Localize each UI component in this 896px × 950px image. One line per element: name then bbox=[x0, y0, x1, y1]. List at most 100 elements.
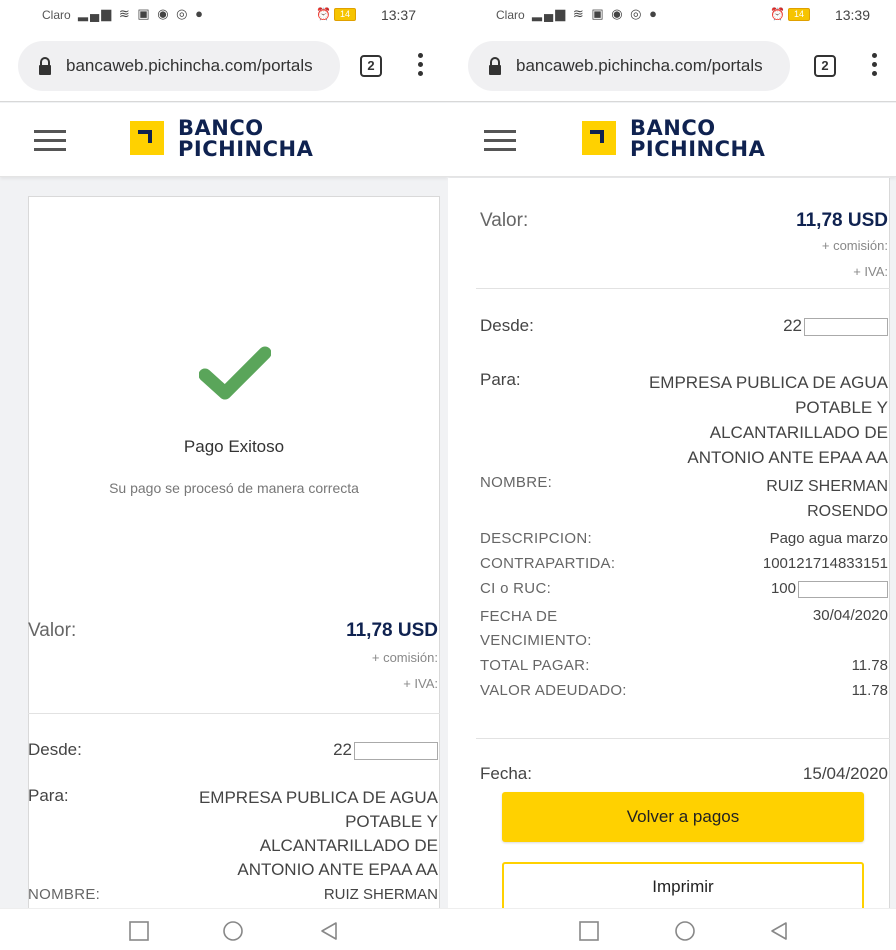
comision-note: + comisión: bbox=[821, 238, 888, 253]
logo-line-2: PICHINCHA bbox=[178, 137, 314, 161]
para-line: POTABLE Y bbox=[345, 812, 438, 831]
fecha-venc-label-2: VENCIMIENTO: bbox=[480, 632, 592, 649]
para-line: EMPRESA PUBLICA DE AGUA bbox=[648, 373, 888, 392]
fecha-vencimiento-row: FECHA DE VENCIMIENTO: 30/04/2020 bbox=[480, 605, 890, 651]
signal-wifi-icons: ▂▄▆ ≋ ▣ ◉ ◎ ● bbox=[532, 6, 659, 21]
total-pagar-value: 11.78 bbox=[851, 657, 888, 674]
desde-value: 22 bbox=[783, 316, 802, 335]
contrapartida-label: CONTRAPARTIDA: bbox=[480, 555, 616, 572]
carrier-label: Claro bbox=[496, 8, 525, 22]
alarm-icon: ⏰ bbox=[316, 7, 331, 21]
payment-details: Valor: 11,78 USD + comisión: + IVA: Desd… bbox=[28, 598, 440, 908]
masked-account-box bbox=[804, 317, 888, 336]
nombre-label: NOMBRE: bbox=[480, 474, 553, 491]
nombre-row-cut: NOMBRE: RUIZ SHERMAN bbox=[28, 886, 440, 906]
ci-ruc-label: CI o RUC: bbox=[480, 580, 552, 597]
success-subtitle: Su pago se procesó de manera correcta bbox=[109, 480, 359, 496]
battery-icon: 14 bbox=[334, 8, 356, 21]
address-bar[interactable]: bancaweb.pichincha.com/portals bbox=[468, 41, 790, 91]
para-line: ALCANTARILLADO DE bbox=[259, 836, 438, 855]
para-line: ALCANTARILLADO DE bbox=[709, 423, 888, 442]
alarm-icon: ⏰ bbox=[770, 7, 785, 21]
page-content: Pago Exitoso Su pago se procesó de maner… bbox=[0, 178, 448, 908]
status-bar: Claro ▂▄▆ ≋ ▣ ◉ ◎ ● ⏰ 14 13:39 bbox=[448, 0, 896, 30]
browser-toolbar: bancaweb.pichincha.com/portals 2 bbox=[0, 30, 448, 102]
comision-note: + comisión: bbox=[371, 650, 438, 665]
nombre-row: NOMBRE: RUIZ SHERMAN ROSENDO bbox=[480, 474, 890, 524]
tab-switcher-button[interactable]: 2 bbox=[814, 55, 836, 77]
para-line: ANTONIO ANTE EPAA AA bbox=[237, 860, 438, 879]
android-nav-bar bbox=[0, 908, 448, 950]
recents-square-icon[interactable] bbox=[128, 920, 150, 942]
valor-adeudado-row: VALOR ADEUDADO: 11.78 bbox=[480, 682, 890, 704]
lock-icon bbox=[39, 57, 51, 75]
back-triangle-icon[interactable] bbox=[318, 920, 340, 942]
phone-screen-right: Claro ▂▄▆ ≋ ▣ ◉ ◎ ● ⏰ 14 13:39 bancaweb.… bbox=[448, 0, 896, 950]
fecha-venc-value: 30/04/2020 bbox=[812, 607, 888, 624]
kebab-menu-icon[interactable] bbox=[872, 53, 878, 79]
descripcion-label: DESCRIPCION: bbox=[480, 530, 592, 547]
para-label: Para: bbox=[480, 370, 521, 389]
descripcion-value: Pago agua marzo bbox=[769, 530, 888, 547]
site-header: BANCO PICHINCHA bbox=[0, 103, 448, 177]
desde-label: Desde: bbox=[480, 316, 534, 335]
valor-adeudado-label: VALOR ADEUDADO: bbox=[480, 682, 627, 699]
valor-amount: 11,78 USD bbox=[346, 620, 438, 641]
total-pagar-row: TOTAL PAGAR: 11.78 bbox=[480, 657, 890, 679]
back-triangle-icon[interactable] bbox=[768, 920, 790, 942]
desde-label: Desde: bbox=[28, 740, 82, 759]
para-line: POTABLE Y bbox=[795, 398, 888, 417]
nombre-value: RUIZ SHERMAN bbox=[323, 886, 438, 903]
valor-label: Valor: bbox=[28, 620, 77, 641]
total-pagar-label: TOTAL PAGAR: bbox=[480, 657, 590, 674]
logo-line-1: BANCO bbox=[630, 116, 716, 140]
valor-label: Valor: bbox=[480, 210, 529, 231]
home-circle-icon[interactable] bbox=[674, 920, 696, 942]
valor-adeudado-value: 11.78 bbox=[851, 682, 888, 699]
hamburger-menu-icon[interactable] bbox=[484, 130, 516, 151]
status-clock: 13:37 bbox=[380, 7, 416, 23]
page-content: Valor: 11,78 USD + comisión: + IVA: Desd… bbox=[448, 178, 896, 908]
desde-row: Desde: 22 bbox=[480, 316, 890, 342]
nombre-line: ROSENDO bbox=[807, 503, 888, 520]
imprimir-button[interactable]: Imprimir bbox=[502, 862, 864, 908]
checkmark-icon bbox=[199, 346, 271, 400]
iva-note: + IVA: bbox=[403, 676, 438, 691]
para-row: Para: EMPRESA PUBLICA DE AGUA POTABLE Y … bbox=[480, 370, 890, 470]
tab-switcher-button[interactable]: 2 bbox=[360, 55, 382, 77]
address-bar[interactable]: bancaweb.pichincha.com/portals bbox=[18, 41, 340, 91]
phone-screen-left: Claro ▂▄▆ ≋ ▣ ◉ ◎ ● ⏰ 14 13:37 bancaweb.… bbox=[0, 0, 448, 950]
iva-note: + IVA: bbox=[853, 264, 888, 279]
descripcion-row: DESCRIPCION: Pago agua marzo bbox=[480, 530, 890, 552]
hamburger-menu-icon[interactable] bbox=[34, 130, 66, 151]
browser-toolbar: bancaweb.pichincha.com/portals 2 bbox=[448, 30, 896, 102]
nombre-label: NOMBRE: bbox=[28, 886, 101, 903]
contrapartida-value: 100121714833151 bbox=[762, 555, 888, 572]
android-nav-bar bbox=[448, 908, 896, 950]
kebab-menu-icon[interactable] bbox=[418, 53, 424, 79]
recents-square-icon[interactable] bbox=[578, 920, 600, 942]
masked-id-box bbox=[798, 580, 888, 598]
contrapartida-row: CONTRAPARTIDA: 100121714833151 bbox=[480, 555, 890, 577]
success-title: Pago Exitoso bbox=[183, 437, 285, 456]
home-circle-icon[interactable] bbox=[222, 920, 244, 942]
para-label: Para: bbox=[28, 786, 69, 805]
nombre-line: RUIZ SHERMAN bbox=[766, 478, 888, 495]
valor-row: Valor: 11,78 USD bbox=[28, 620, 440, 650]
desde-row: Desde: 22 bbox=[28, 740, 440, 766]
logo-mark-icon bbox=[582, 121, 616, 155]
status-bar: Claro ▂▄▆ ≋ ▣ ◉ ◎ ● ⏰ 14 13:37 bbox=[0, 0, 448, 30]
desde-value: 22 bbox=[333, 740, 352, 759]
fecha-row: Fecha: 15/04/2020 bbox=[480, 764, 890, 790]
url-text: bancaweb.pichincha.com/portals bbox=[66, 56, 313, 75]
site-header: BANCO PICHINCHA bbox=[448, 103, 896, 177]
divider bbox=[476, 738, 890, 739]
ci-ruc-value: 100 bbox=[770, 580, 796, 597]
logo-mark-icon bbox=[130, 121, 164, 155]
fecha-label: Fecha: bbox=[480, 764, 532, 783]
volver-a-pagos-button[interactable]: Volver a pagos bbox=[502, 792, 864, 842]
logo-line-2: PICHINCHA bbox=[630, 137, 766, 161]
url-text: bancaweb.pichincha.com/portals bbox=[516, 56, 763, 75]
masked-account-box bbox=[354, 741, 438, 760]
para-line: ANTONIO ANTE EPAA AA bbox=[687, 448, 888, 467]
